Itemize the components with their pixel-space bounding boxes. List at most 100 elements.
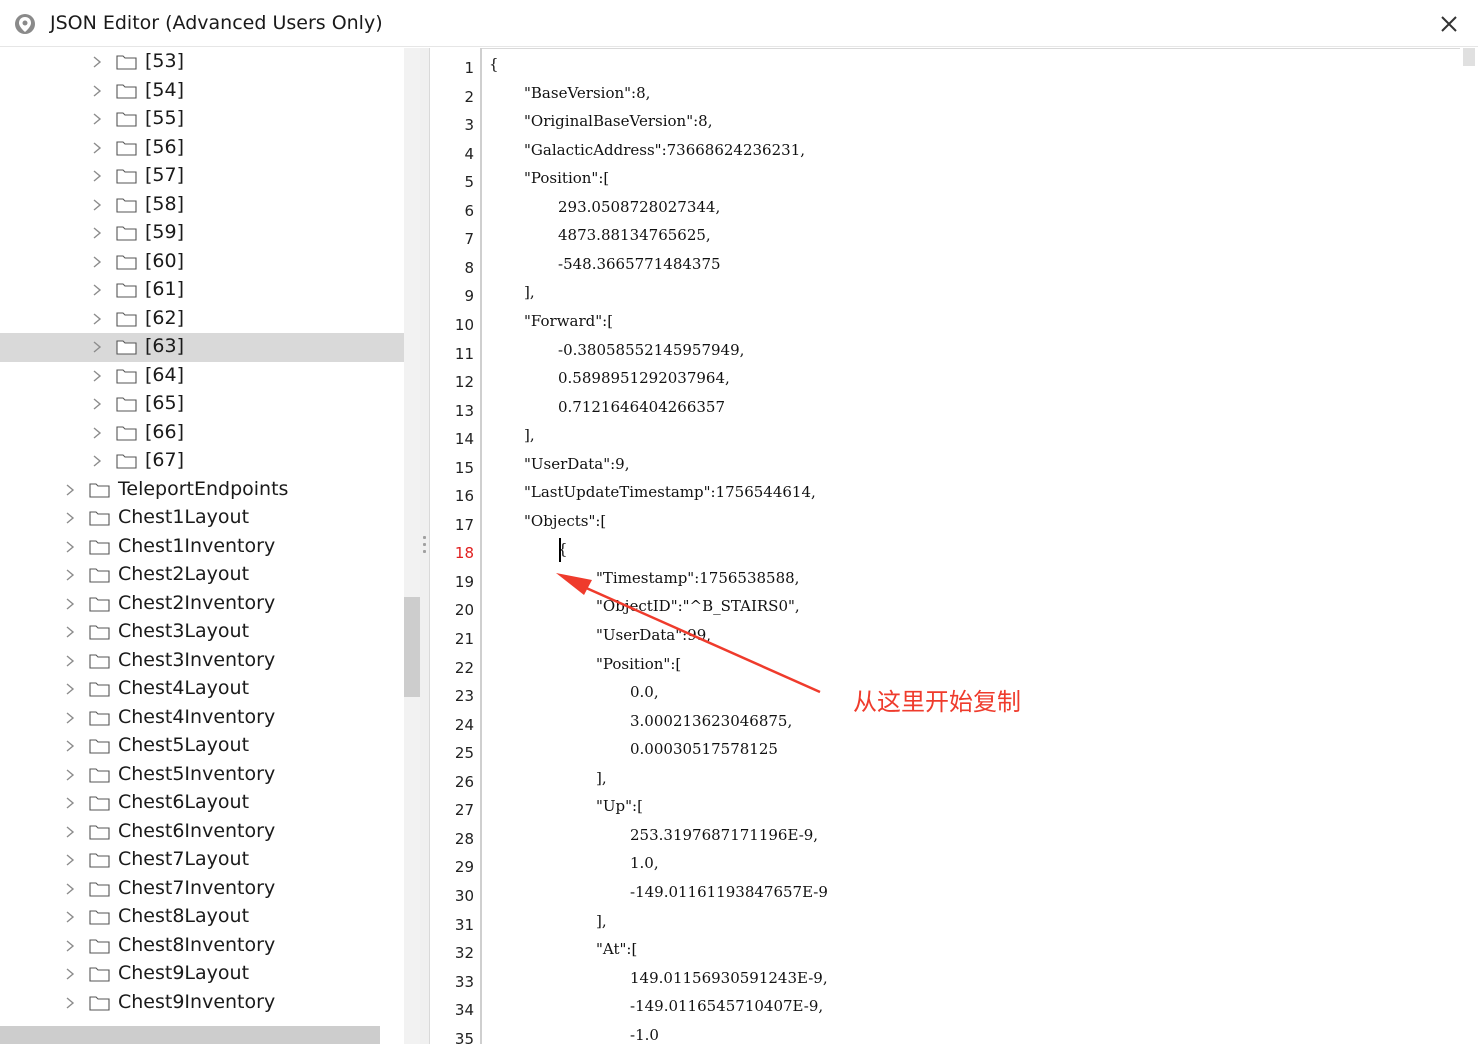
code-line[interactable]: "LastUpdateTimestamp":1756544614, (524, 483, 816, 501)
code-line[interactable]: -1.0 (630, 1026, 659, 1044)
tree-item[interactable]: [63] (0, 333, 404, 362)
code-line[interactable]: "UserData":9, (524, 455, 630, 473)
code-line[interactable]: 0.7121646404266357 (558, 398, 725, 416)
chevron-right-icon[interactable] (63, 511, 77, 525)
chevron-right-icon[interactable] (63, 939, 77, 953)
tree-item[interactable]: Chest9Inventory (0, 989, 404, 1018)
chevron-right-icon[interactable] (90, 426, 104, 440)
tree-item[interactable]: [56] (0, 134, 404, 163)
code-line[interactable]: "Timestamp":1756538588, (596, 569, 799, 587)
code-line[interactable]: "Position":[ (524, 169, 609, 187)
code-line[interactable]: "UserData":99, (596, 626, 711, 644)
code-line[interactable]: "Up":[ (596, 797, 643, 815)
tree-item[interactable]: [65] (0, 390, 404, 419)
tree-item[interactable]: Chest7Layout (0, 846, 404, 875)
chevron-right-icon[interactable] (63, 796, 77, 810)
editor-scroll-thumb[interactable] (1463, 48, 1475, 66)
tree-item[interactable]: Chest8Inventory (0, 932, 404, 961)
tree-vertical-scrollbar[interactable] (404, 48, 420, 1044)
chevron-right-icon[interactable] (63, 910, 77, 924)
code-line[interactable]: ], (524, 283, 535, 301)
chevron-right-icon[interactable] (63, 625, 77, 639)
chevron-right-icon[interactable] (63, 540, 77, 554)
chevron-right-icon[interactable] (90, 84, 104, 98)
chevron-right-icon[interactable] (90, 226, 104, 240)
tree-item[interactable]: [53] (0, 48, 404, 77)
chevron-right-icon[interactable] (63, 739, 77, 753)
code-line[interactable]: -149.0116545710407E-9, (630, 997, 823, 1015)
tree-item[interactable]: Chest8Layout (0, 903, 404, 932)
chevron-right-icon[interactable] (90, 397, 104, 411)
chevron-right-icon[interactable] (90, 255, 104, 269)
chevron-right-icon[interactable] (90, 141, 104, 155)
code-line[interactable]: ], (524, 426, 535, 444)
code-line[interactable]: 1.0, (630, 854, 659, 872)
tree-item[interactable]: [55] (0, 105, 404, 134)
close-button[interactable] (1420, 0, 1478, 47)
code-line[interactable]: 149.01156930591243E-9, (630, 969, 828, 987)
code-line[interactable]: 0.00030517578125 (630, 740, 778, 758)
chevron-right-icon[interactable] (63, 996, 77, 1010)
chevron-right-icon[interactable] (63, 711, 77, 725)
tree-item[interactable]: Chest5Layout (0, 732, 404, 761)
chevron-right-icon[interactable] (63, 682, 77, 696)
chevron-right-icon[interactable] (63, 882, 77, 896)
chevron-right-icon[interactable] (90, 198, 104, 212)
tree-item[interactable]: Chest5Inventory (0, 761, 404, 790)
chevron-right-icon[interactable] (63, 768, 77, 782)
chevron-right-icon[interactable] (90, 340, 104, 354)
code-line[interactable]: "At":[ (596, 940, 637, 958)
code-line[interactable]: 0.0, (630, 683, 659, 701)
code-line[interactable]: -149.01161193847657E-9 (630, 883, 828, 901)
tree-item[interactable]: [66] (0, 419, 404, 448)
code-line[interactable]: { (489, 55, 499, 73)
tree-pane[interactable]: [53] [54] [55] [56] [57] [58] [59] [60] [61] [62]… (0, 48, 420, 1044)
chevron-right-icon[interactable] (90, 454, 104, 468)
chevron-right-icon[interactable] (63, 967, 77, 981)
chevron-right-icon[interactable] (90, 169, 104, 183)
code-line[interactable]: "OriginalBaseVersion":8, (524, 112, 712, 130)
tree-horizontal-scroll-thumb[interactable] (0, 1026, 380, 1044)
tree-vertical-scroll-thumb[interactable] (404, 597, 420, 697)
tree-item[interactable]: Chest9Layout (0, 960, 404, 989)
tree-item[interactable]: [58] (0, 191, 404, 220)
chevron-right-icon[interactable] (90, 112, 104, 126)
chevron-right-icon[interactable] (63, 825, 77, 839)
chevron-right-icon[interactable] (63, 597, 77, 611)
chevron-right-icon[interactable] (63, 483, 77, 497)
pane-splitter[interactable] (420, 48, 429, 1044)
code-line[interactable]: 253.3197687171196E-9, (630, 826, 818, 844)
tree-item[interactable]: [67] (0, 447, 404, 476)
code-line[interactable]: 4873.88134765625, (558, 226, 711, 244)
chevron-right-icon[interactable] (63, 654, 77, 668)
tree-item[interactable]: Chest6Inventory (0, 818, 404, 847)
tree-item[interactable]: [60] (0, 248, 404, 277)
code-line[interactable]: 293.0508728027344, (558, 198, 720, 216)
code-line[interactable]: 0.5898951292037964, (558, 369, 730, 387)
chevron-right-icon[interactable] (90, 283, 104, 297)
chevron-right-icon[interactable] (90, 369, 104, 383)
tree-item[interactable]: Chest2Inventory (0, 590, 404, 619)
tree-item[interactable]: [57] (0, 162, 404, 191)
tree-item[interactable]: [54] (0, 77, 404, 106)
code-line[interactable]: "GalacticAddress":73668624236231, (524, 141, 805, 159)
tree-item[interactable]: [62] (0, 305, 404, 334)
chevron-right-icon[interactable] (90, 312, 104, 326)
code-line[interactable]: ], (596, 769, 607, 787)
code-line[interactable]: "Objects":[ (524, 512, 606, 530)
tree-item[interactable]: Chest6Layout (0, 789, 404, 818)
code-line[interactable]: ], (596, 912, 607, 930)
tree-item[interactable]: Chest7Inventory (0, 875, 404, 904)
tree-item[interactable]: TeleportEndpoints (0, 476, 404, 505)
code-line[interactable]: "BaseVersion":8, (524, 84, 650, 102)
tree-item[interactable]: Chest4Layout (0, 675, 404, 704)
chevron-right-icon[interactable] (63, 853, 77, 867)
code-line[interactable]: "Forward":[ (524, 312, 613, 330)
editor-vertical-scrollbar[interactable] (1460, 48, 1478, 1044)
tree-item[interactable]: Chest3Inventory (0, 647, 404, 676)
tree-item[interactable]: Chest3Layout (0, 618, 404, 647)
tree-item[interactable]: [64] (0, 362, 404, 391)
code-line[interactable]: -0.38058552145957949, (558, 341, 744, 359)
tree-item[interactable]: [61] (0, 276, 404, 305)
chevron-right-icon[interactable] (63, 568, 77, 582)
